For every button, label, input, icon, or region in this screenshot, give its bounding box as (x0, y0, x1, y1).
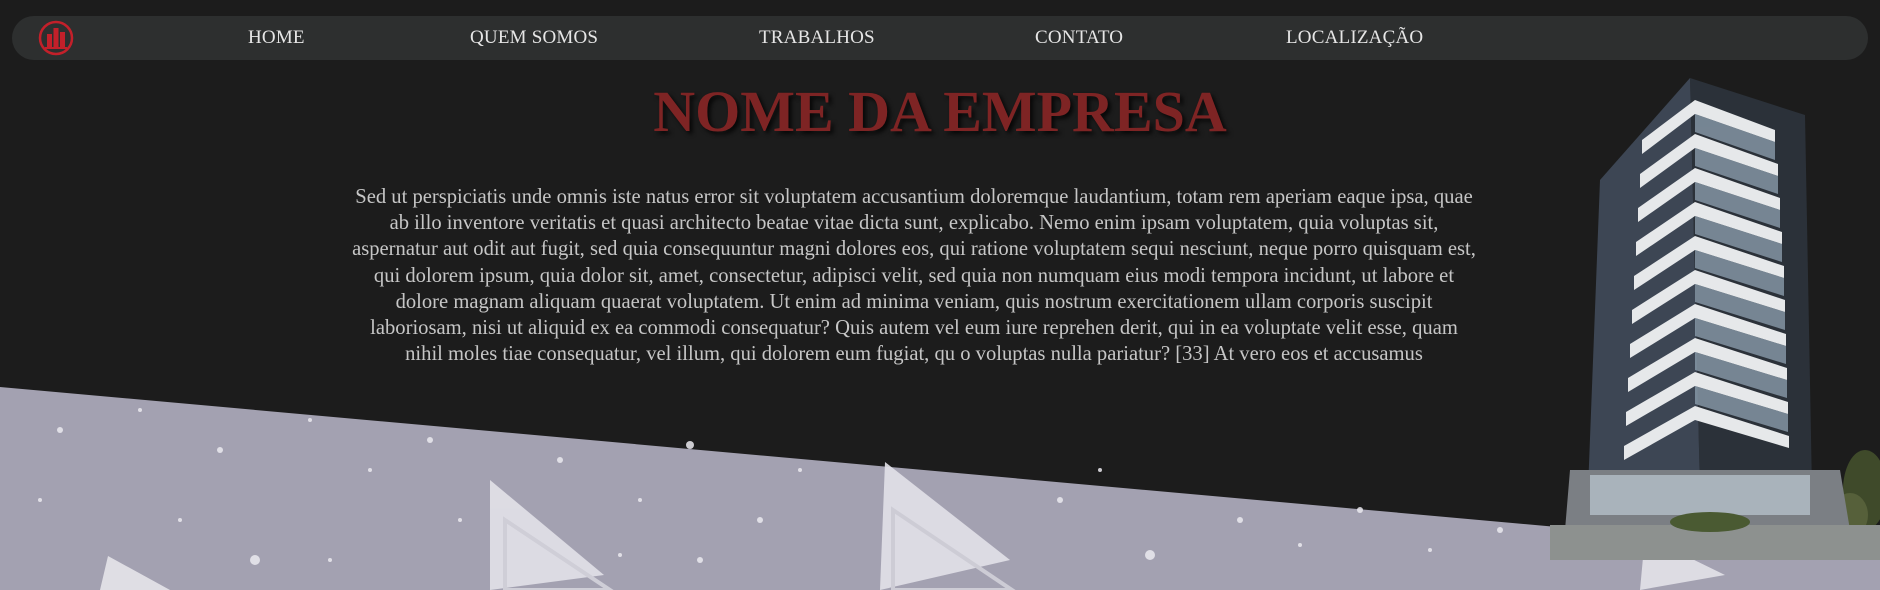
nav-contato[interactable]: CONTATO (1035, 27, 1123, 49)
intro-paragraph: Sed ut perspiciatis unde omnis iste natu… (352, 186, 1476, 366)
nav-trabalhos[interactable]: TRABALHOS (759, 27, 875, 49)
nav-quem-somos[interactable]: QUEM SOMOS (470, 27, 598, 49)
apartment-building-image (1550, 78, 1880, 560)
nav-localizacao[interactable]: LOCALIZAÇÃO (1286, 27, 1423, 49)
company-logo-icon[interactable] (38, 20, 74, 56)
nav-home[interactable]: HOME (248, 27, 305, 49)
navbar: HOME QUEM SOMOS TRABALHOS CONTATO LOCALI… (12, 16, 1868, 60)
